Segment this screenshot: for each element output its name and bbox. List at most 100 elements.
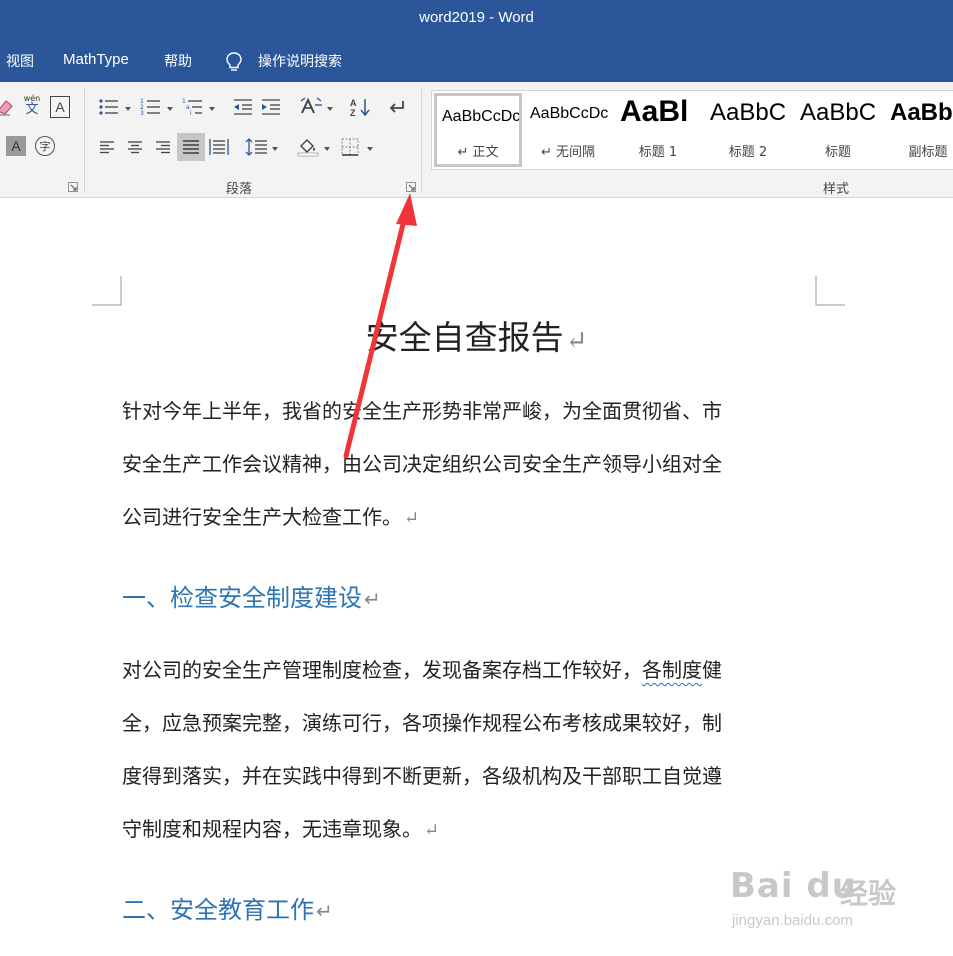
- chevron-down-icon[interactable]: [327, 107, 333, 111]
- tab-view[interactable]: 视图: [6, 51, 34, 71]
- tab-mathtype[interactable]: MathType: [63, 51, 129, 68]
- phonetic-guide-button[interactable]: wén 文: [20, 94, 44, 118]
- shading-button[interactable]: [296, 136, 320, 158]
- document-title: 安全自查报告↵: [0, 311, 953, 359]
- heading-safety-education: 二、安全教育工作 ↵: [122, 890, 333, 925]
- text-segment: 对公司的安全生产管理制度检查，发现备案存档工作较好，: [122, 658, 642, 682]
- bullets-button[interactable]: [96, 96, 122, 118]
- character-shading-button[interactable]: A: [6, 136, 26, 156]
- text-line: 安全生产工作会议精神，由公司决定组织公司安全生产领导小组对全: [122, 452, 722, 476]
- style-sample: AaBbCcDc: [530, 105, 609, 122]
- style-name: 副标题: [908, 145, 948, 160]
- word-window: word2019 - Word 视图 MathType 帮助 操作说明搜索 wé…: [0, 0, 953, 956]
- align-center-icon: [128, 141, 142, 154]
- increase-indent-icon: [262, 99, 280, 115]
- style-name: 标题 1: [638, 145, 678, 160]
- paragraph-mark: ↵: [404, 508, 420, 529]
- style-sample: AaBl: [620, 95, 689, 128]
- paragraph-group-label: 段落: [226, 182, 253, 197]
- chevron-down-icon[interactable]: [209, 107, 215, 111]
- group-separator: [84, 88, 85, 192]
- align-right-button[interactable]: [152, 136, 174, 158]
- eraser-icon: [0, 100, 13, 116]
- distributed-icon: [209, 139, 229, 155]
- text-line-content: 守制度和规程内容，无违章现象。: [122, 817, 422, 841]
- borders-button[interactable]: [338, 136, 362, 158]
- enclose-characters-button[interactable]: 字: [35, 136, 55, 156]
- svg-text:A: A: [350, 98, 357, 108]
- style-heading-2[interactable]: AaBbC 标题 2: [704, 93, 792, 167]
- chinese-layout-button[interactable]: [298, 96, 324, 118]
- text-segment: 健: [702, 658, 722, 682]
- style-sample: AaBb: [890, 99, 953, 126]
- paragraph-mark: ↵: [364, 587, 381, 611]
- text-line: 守制度和规程内容，无违章现象。 ↵: [122, 803, 822, 857]
- show-hide-marks-button[interactable]: [386, 96, 408, 118]
- chevron-down-icon[interactable]: [367, 147, 373, 151]
- justify-button[interactable]: [177, 133, 205, 161]
- style-heading-1[interactable]: AaBl 标题 1: [614, 93, 702, 167]
- tab-help[interactable]: 帮助: [164, 51, 192, 71]
- distributed-button[interactable]: [208, 136, 230, 158]
- paragraph-dialog-launcher-icon[interactable]: [406, 182, 416, 192]
- character-border-glyph: A: [55, 99, 65, 115]
- watermark-url: jingyan.baidu.com: [732, 912, 853, 929]
- paragraph-mark: ↵: [424, 820, 440, 841]
- chevron-down-icon[interactable]: [167, 107, 173, 111]
- title-bar: word2019 - Word: [0, 0, 953, 38]
- margin-corner-mark: [92, 276, 122, 306]
- numbering-button[interactable]: 1 2 3: [138, 96, 164, 118]
- svg-text:Z: Z: [350, 108, 356, 117]
- tell-me-search[interactable]: 操作说明搜索: [258, 51, 342, 71]
- paragraph-mark: ↵: [565, 326, 588, 356]
- text-line: 对公司的安全生产管理制度检查，发现备案存档工作较好，各制度健: [122, 644, 822, 697]
- borders-icon: [341, 138, 359, 156]
- decrease-indent-button[interactable]: [231, 96, 255, 118]
- enclose-characters-glyph: 字: [39, 140, 51, 153]
- margin-corner-mark: [815, 276, 845, 306]
- character-border-button[interactable]: A: [50, 96, 70, 118]
- text-line: 针对今年上半年，我省的安全生产形势非常严峻，为全面贯彻省、市: [122, 399, 722, 423]
- chevron-down-icon[interactable]: [125, 107, 131, 111]
- styles-group-label: 样式: [823, 182, 850, 197]
- clear-formatting-button[interactable]: [0, 96, 14, 118]
- chevron-down-icon[interactable]: [272, 147, 278, 151]
- window-title: word2019 - Word: [419, 9, 534, 26]
- text-line: 度得到落实，并在实践中得到不断更新，各级机构及干部职工自觉遵: [122, 764, 722, 788]
- spelling-squiggle[interactable]: 各制度: [642, 658, 702, 682]
- style-no-spacing[interactable]: AaBbCcDc ↵ 无间隔: [524, 93, 612, 167]
- text-line-content: 公司进行安全生产大检查工作。: [122, 505, 402, 529]
- line-spacing-icon: [245, 138, 267, 156]
- ribbon: wén 文 A A 字 1 2 3 1 a i A Z 段落 AaBbCcDc …: [0, 82, 953, 198]
- style-normal[interactable]: AaBbCcDc ↵ 正文: [434, 93, 522, 167]
- baidu-watermark: Bai du 经验 jingyan.baidu.com: [728, 850, 928, 940]
- numbering-icon: 1 2 3: [140, 98, 160, 116]
- decrease-indent-icon: [234, 99, 252, 115]
- align-left-button[interactable]: [96, 136, 118, 158]
- style-sample: AaBbCcDc: [442, 108, 521, 125]
- text-line: 全，应急预案完整，演练可行，各项操作规程公布考核成果较好，制: [122, 711, 722, 735]
- style-title[interactable]: AaBbC 标题: [794, 93, 882, 167]
- increase-indent-button[interactable]: [259, 96, 283, 118]
- style-sample: AaBbC: [710, 99, 787, 126]
- heading-text: 二、安全教育工作: [122, 896, 314, 924]
- style-subtitle[interactable]: AaBb 副标题: [884, 93, 953, 167]
- line-spacing-button[interactable]: [244, 136, 270, 158]
- font-dialog-launcher-icon[interactable]: [68, 182, 78, 192]
- style-sample: AaBbC: [800, 99, 877, 126]
- styles-gallery: AaBbCcDc ↵ 正文 AaBbCcDc ↵ 无间隔 AaBl 标题 1 A…: [431, 90, 953, 170]
- sort-button[interactable]: A Z: [348, 96, 372, 118]
- document-title-text: 安全自查报告: [365, 318, 564, 357]
- align-left-icon: [100, 141, 114, 154]
- svg-text:3: 3: [140, 110, 144, 116]
- chinese-layout-icon: [300, 97, 322, 114]
- multilevel-list-button[interactable]: 1 a i: [180, 96, 206, 118]
- chevron-down-icon[interactable]: [324, 147, 330, 151]
- lightbulb-icon[interactable]: [224, 51, 244, 73]
- watermark-brand: Bai du: [730, 866, 857, 906]
- multilevel-list-icon: 1 a i: [182, 98, 202, 116]
- bullets-icon: [99, 99, 118, 115]
- document-page[interactable]: 安全自查报告↵ 针对今年上半年，我省的安全生产形势非常严峻，为全面贯彻省、市 安…: [0, 198, 953, 956]
- paragraph-mark: ↵: [316, 899, 333, 923]
- align-center-button[interactable]: [124, 136, 146, 158]
